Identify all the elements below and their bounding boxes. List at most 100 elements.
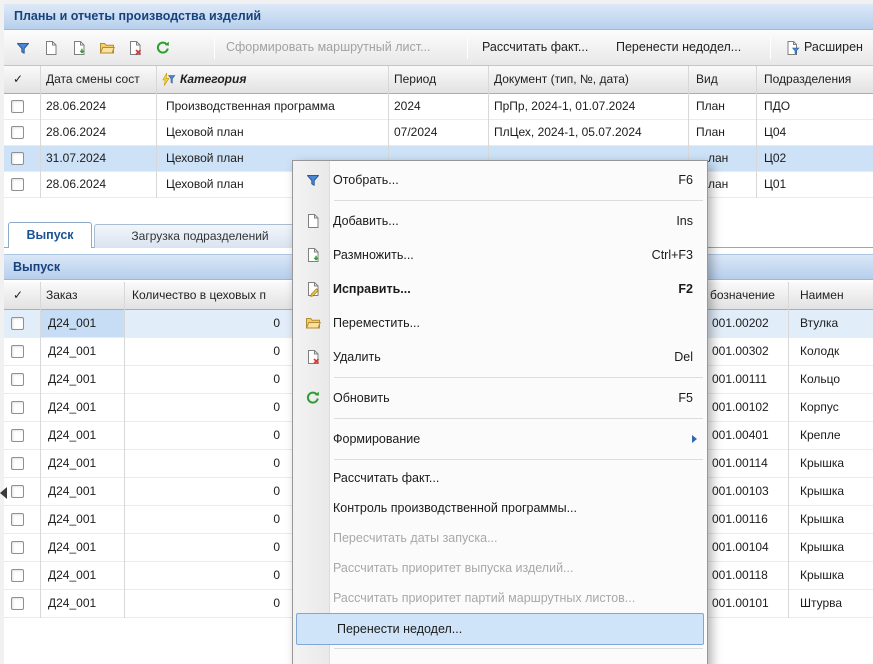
cell-name: Крышка <box>800 534 844 561</box>
menu-item-delete[interactable]: Удалить Del <box>293 340 707 374</box>
move-shortfall-button[interactable]: Перенести недодел... <box>616 30 741 65</box>
date-column-header[interactable]: Дата смены сост <box>46 66 140 93</box>
name-column-header[interactable]: Наимен <box>800 282 844 309</box>
menu-item-calc-fact[interactable]: Рассчитать факт... <box>293 463 707 493</box>
cell-designation: 001.00104 <box>712 534 769 561</box>
refresh-toolbar-button[interactable] <box>150 36 176 60</box>
cell-designation: 001.00302 <box>712 338 769 365</box>
lightning-filter-icon <box>160 72 176 91</box>
menu-item-program-control[interactable]: Контроль производственной программы... <box>293 493 707 523</box>
cell-order: Д24_001 <box>48 394 96 421</box>
move-folder-icon <box>293 315 333 331</box>
cell-kind: План <box>696 120 725 145</box>
splitter-collapse-arrow[interactable] <box>0 487 7 499</box>
departments-column-header[interactable]: Подразделения <box>764 66 851 93</box>
cell-order: Д24_001 <box>48 534 96 561</box>
menu-item-formation[interactable]: Формирование <box>293 422 707 456</box>
row-checkbox[interactable] <box>11 126 24 139</box>
menu-item-recalc-launch-dates: Пересчитать даты запуска... <box>293 523 707 553</box>
toolbar: Сформировать маршрутный лист... Рассчита… <box>4 30 873 66</box>
document-column-header[interactable]: Документ (тип, №, дата) <box>494 66 629 93</box>
delete-document-icon <box>127 40 143 56</box>
cell-name: Крепле <box>800 422 841 449</box>
category-column-header[interactable]: Категория <box>180 66 246 93</box>
row-checkbox[interactable] <box>11 178 24 191</box>
cell-date: 28.06.2024 <box>46 172 106 197</box>
column-divider <box>124 282 125 618</box>
row-checkbox[interactable] <box>11 429 24 442</box>
cell-order: Д24_001 <box>48 338 96 365</box>
row-checkbox[interactable] <box>11 152 24 165</box>
delete-toolbar-button[interactable] <box>122 36 148 60</box>
filter-toolbar-button[interactable] <box>10 36 36 60</box>
cell-quantity: 0 <box>144 506 280 533</box>
cell-order: Д24_001 <box>48 506 96 533</box>
open-folder-icon <box>99 40 115 56</box>
check-column-header[interactable]: ✓ <box>13 282 23 309</box>
form-route-sheet-button[interactable]: Сформировать маршрутный лист... <box>226 30 431 65</box>
add-toolbar-button[interactable] <box>38 36 64 60</box>
period-column-header[interactable]: Период <box>394 66 436 93</box>
duplicate-toolbar-button[interactable] <box>66 36 92 60</box>
extended-filter-button-icon[interactable] <box>780 36 806 60</box>
menu-item-move-shortfall[interactable]: Перенести недодел... <box>296 613 704 645</box>
row-checkbox[interactable] <box>11 100 24 113</box>
calc-fact-button[interactable]: Рассчитать факт... <box>482 30 588 65</box>
table-row[interactable]: 28.06.2024 Производственная программа 20… <box>4 94 873 120</box>
row-checkbox[interactable] <box>11 485 24 498</box>
cell-quantity: 0 <box>144 338 280 365</box>
cell-name: Кольцо <box>800 366 840 393</box>
order-column-header[interactable]: Заказ <box>46 282 77 309</box>
table-row[interactable]: 28.06.2024 Цеховой план 07/2024 ПлЦех, 2… <box>4 120 873 146</box>
cell-kind: лан <box>708 172 728 197</box>
row-checkbox[interactable] <box>11 317 24 330</box>
cell-kind: План <box>696 94 725 119</box>
cell-quantity: 0 <box>144 534 280 561</box>
window-frame <box>0 0 873 4</box>
menu-item-edit[interactable]: Исправить... F2 <box>293 272 707 306</box>
cell-quantity: 0 <box>144 450 280 477</box>
move-toolbar-button[interactable] <box>94 36 120 60</box>
row-checkbox[interactable] <box>11 457 24 470</box>
cell-designation: 001.00101 <box>712 590 769 617</box>
cell-name: Крышка <box>800 450 844 477</box>
row-checkbox[interactable] <box>11 373 24 386</box>
row-checkbox[interactable] <box>11 597 24 610</box>
plans-table-header: ✓ Дата смены сост Категория Период Докум… <box>4 66 873 94</box>
menu-item-add[interactable]: Добавить... Ins <box>293 204 707 238</box>
filter-document-icon <box>785 40 801 56</box>
cell-quantity: 0 <box>144 394 280 421</box>
cell-order: Д24_001 <box>48 366 96 393</box>
cell-order: Д24_001 <box>48 310 96 337</box>
cell-category: Производственная программа <box>166 94 335 119</box>
cell-quantity: 0 <box>144 590 280 617</box>
menu-item-filter[interactable]: Отобрать... F6 <box>293 163 707 197</box>
kind-column-header[interactable]: Вид <box>696 66 718 93</box>
row-checkbox[interactable] <box>11 569 24 582</box>
cell-order: Д24_001 <box>48 450 96 477</box>
cell-departments: Ц04 <box>764 120 786 145</box>
cell-quantity: 0 <box>144 478 280 505</box>
menu-separator <box>334 377 703 378</box>
row-checkbox[interactable] <box>11 401 24 414</box>
menu-item-move[interactable]: Переместить... <box>293 306 707 340</box>
cell-period: 2024 <box>394 94 421 119</box>
tab-load-departments[interactable]: Загрузка подразделений <box>94 224 306 248</box>
toolbar-separator <box>214 37 215 59</box>
row-checkbox[interactable] <box>11 513 24 526</box>
menu-separator <box>334 200 703 201</box>
cell-departments: Ц02 <box>764 146 786 171</box>
row-checkbox[interactable] <box>11 541 24 554</box>
menu-item-duplicate[interactable]: Размножить... Ctrl+F3 <box>293 238 707 272</box>
column-divider <box>40 282 41 618</box>
new-document-icon <box>293 213 333 229</box>
menu-item-refresh[interactable]: Обновить F5 <box>293 381 707 415</box>
designation-column-header[interactable]: бозначение <box>710 282 775 309</box>
check-column-header[interactable]: ✓ <box>13 66 23 93</box>
extended-filter-button[interactable]: Расширен <box>804 30 863 65</box>
quantity-column-header[interactable]: Количество в цеховых п <box>132 282 266 309</box>
row-checkbox[interactable] <box>11 345 24 358</box>
edit-document-icon <box>293 281 333 297</box>
tab-output[interactable]: Выпуск <box>8 222 92 248</box>
cell-name: Втулка <box>800 310 838 337</box>
